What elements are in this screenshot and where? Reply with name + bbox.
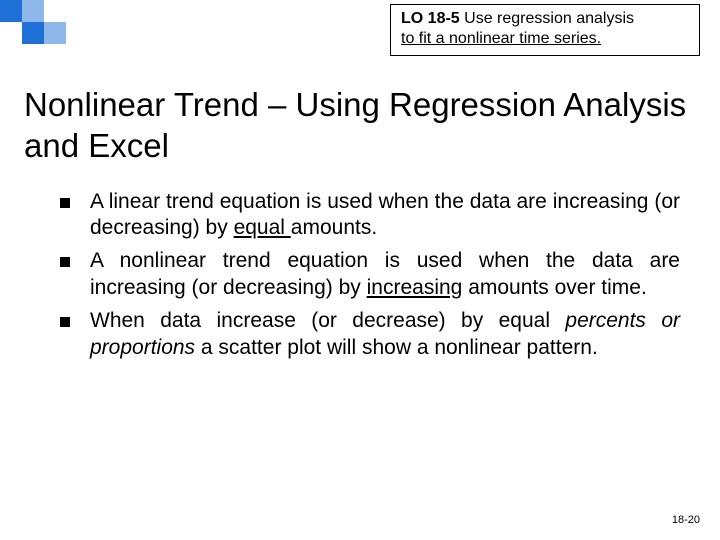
bullet-underline: equal <box>234 216 291 239</box>
slide-body: A linear trend equation is used when the… <box>0 171 720 362</box>
lo-text-line1: Use regression analysis <box>464 10 634 27</box>
lo-code: LO 18-5 <box>401 10 460 27</box>
square-icon <box>44 22 66 44</box>
bullet-text: amounts. <box>291 216 377 239</box>
tetromino-icon <box>0 0 130 46</box>
list-item: When data increase (or decrease) by equa… <box>50 308 680 362</box>
slide: LO 18-5 Use regression analysis to fit a… <box>0 0 720 540</box>
bullet-underline: increasing <box>367 276 463 299</box>
bullet-text: amounts over time. <box>462 276 646 299</box>
square-icon <box>22 0 44 22</box>
lo-text-line2: to fit a nonlinear time series. <box>401 30 601 47</box>
bullet-text: A linear trend equation is used when the… <box>90 190 680 240</box>
list-item: A nonlinear trend equation is used when … <box>50 248 680 302</box>
bullet-text: When data increase (or decrease) by equa… <box>90 309 565 332</box>
bullet-text: a scatter plot will show a nonlinear pat… <box>195 336 598 359</box>
learning-objective-box: LO 18-5 Use regression analysis to fit a… <box>390 4 700 56</box>
header-row: LO 18-5 Use regression analysis to fit a… <box>0 0 720 70</box>
square-icon <box>22 22 44 44</box>
square-icon <box>0 0 22 22</box>
bullet-list: A linear trend equation is used when the… <box>50 189 680 362</box>
page-number: 18-20 <box>672 514 700 526</box>
list-item: A linear trend equation is used when the… <box>50 189 680 243</box>
slide-title: Nonlinear Trend – Using Regression Analy… <box>0 70 720 171</box>
